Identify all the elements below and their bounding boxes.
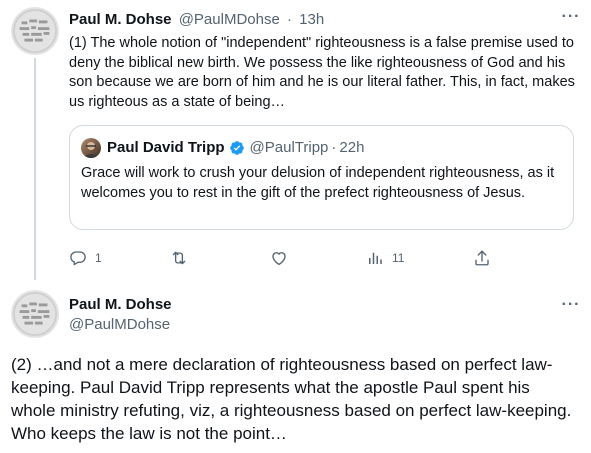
verified-badge-icon bbox=[229, 140, 245, 156]
tweet-1[interactable]: Paul M. Dohse @PaulMDohse · 13h ··· (1) … bbox=[0, 0, 591, 280]
like-button[interactable] bbox=[270, 246, 296, 270]
quoted-avatar[interactable] bbox=[81, 138, 101, 158]
views-count: 11 bbox=[392, 251, 405, 265]
reply-count: 1 bbox=[95, 251, 102, 265]
reply-button[interactable]: 1 bbox=[69, 246, 102, 270]
author-name[interactable]: Paul M. Dohse bbox=[69, 295, 172, 315]
quoted-timestamp[interactable]: 22h bbox=[339, 138, 364, 158]
tweet-text: (2) …and not a mere declaration of right… bbox=[11, 355, 572, 443]
reply-icon bbox=[70, 251, 86, 266]
avatar-image bbox=[12, 8, 58, 54]
retweet-icon bbox=[172, 251, 186, 265]
tweet-header: Paul M. Dohse @PaulMDohse · 13h bbox=[69, 10, 324, 30]
separator-dot: · bbox=[331, 139, 337, 156]
like-icon bbox=[272, 252, 286, 266]
more-options-icon[interactable]: ··· bbox=[560, 297, 582, 314]
tweet-thread: Paul M. Dohse @PaulMDohse · 13h ··· (1) … bbox=[0, 0, 591, 453]
tweet-action-bar: 1 11 bbox=[69, 246, 509, 270]
avatar[interactable] bbox=[11, 290, 59, 338]
thread-connector-line bbox=[34, 58, 36, 280]
tweet-timestamp[interactable]: 13h bbox=[299, 11, 324, 28]
views-icon bbox=[369, 252, 382, 264]
avatar-image bbox=[12, 291, 58, 337]
share-icon bbox=[475, 250, 489, 266]
views-button[interactable]: 11 bbox=[366, 246, 404, 270]
more-options-icon[interactable]: ··· bbox=[560, 9, 582, 26]
separator-dot: · bbox=[286, 11, 292, 28]
quoted-tweet-text: Grace will work to crush your delusion o… bbox=[81, 165, 555, 201]
quoted-tweet[interactable]: Paul David Tripp @PaulTripp · 22h Grace … bbox=[69, 125, 574, 230]
author-name[interactable]: Paul M. Dohse bbox=[69, 11, 172, 28]
quoted-author-handle[interactable]: @PaulTripp bbox=[250, 138, 329, 158]
tweet-text: (1) The whole notion of "independent" ri… bbox=[69, 35, 575, 110]
quoted-author-name[interactable]: Paul David Tripp bbox=[107, 138, 225, 158]
share-button[interactable] bbox=[473, 246, 491, 270]
retweet-button[interactable] bbox=[170, 246, 196, 270]
quoted-header: Paul David Tripp @PaulTripp · 22h bbox=[107, 138, 364, 158]
avatar[interactable] bbox=[11, 7, 59, 55]
author-handle[interactable]: @PaulMDohse bbox=[179, 11, 280, 28]
author-handle[interactable]: @PaulMDohse bbox=[69, 315, 170, 335]
